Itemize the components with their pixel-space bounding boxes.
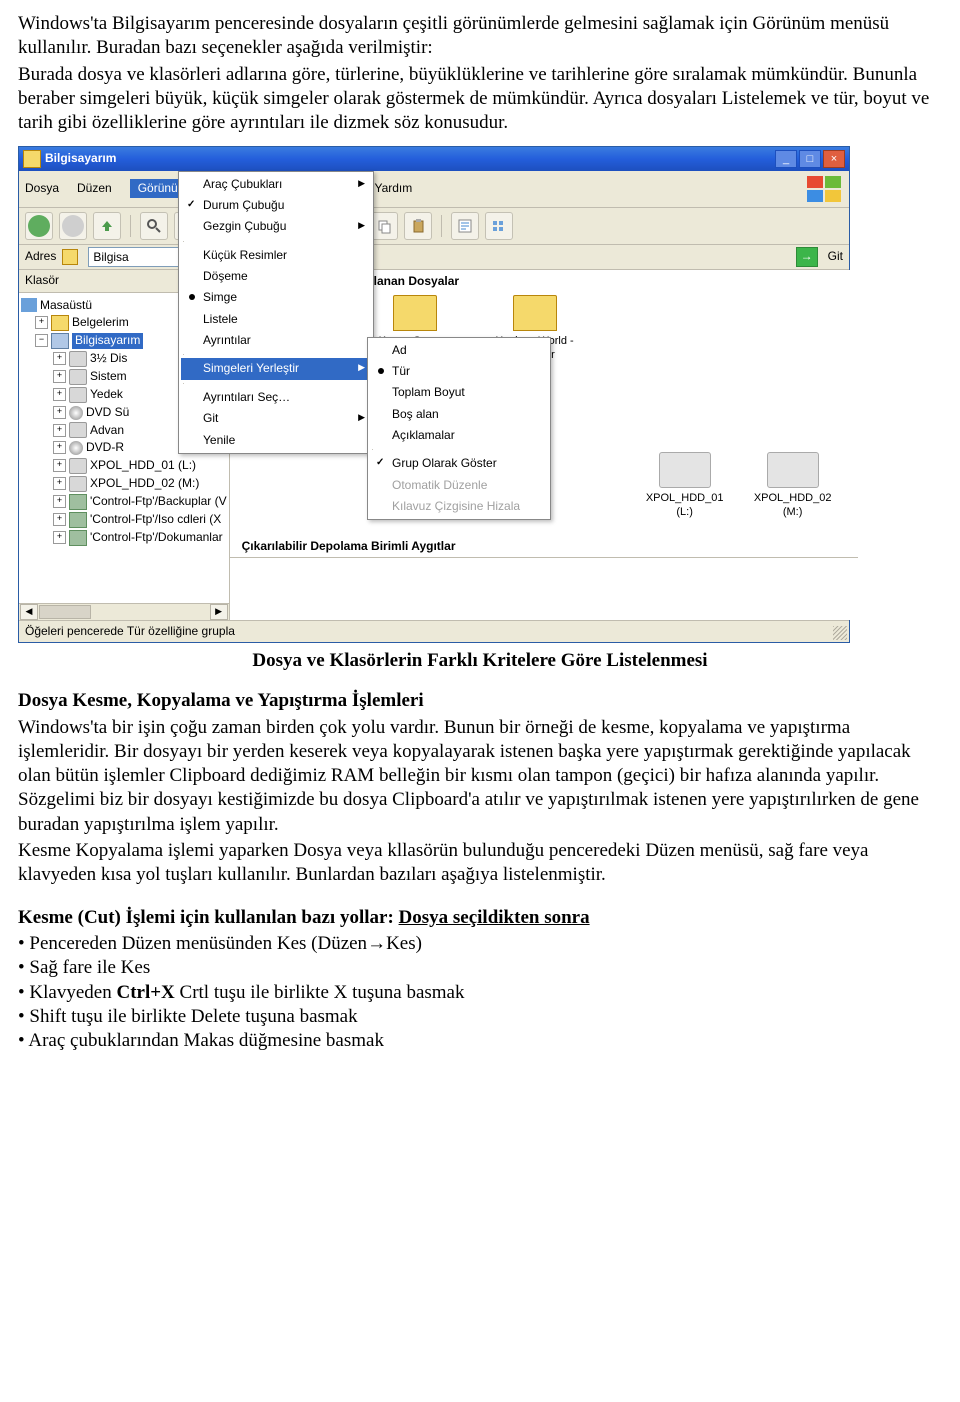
windows-logo-icon	[805, 174, 843, 204]
tree-ftp-backups[interactable]: +'Control-Ftp'/Backuplar (V	[21, 493, 227, 511]
up-button[interactable]	[93, 212, 121, 240]
cut-methods-heading: Kesme (Cut) İşlemi için kullanılan bazı …	[18, 906, 942, 930]
my-computer-icon	[23, 150, 41, 168]
cut-method-shift-delete: Shift tuşu ile birlikte Delete tuşuna ba…	[18, 1005, 942, 1029]
properties-button[interactable]	[451, 212, 479, 240]
arrange-auto-arrange: Otomatik Düzenle	[370, 475, 548, 496]
arrange-show-in-groups[interactable]: ✓Grup Olarak Göster	[370, 453, 548, 474]
arrange-align-to-grid: Kılavuz Çizgisine Hizala	[370, 496, 548, 517]
status-text: Öğeleri pencerede Tür özelliğine grupla	[25, 624, 235, 639]
view-menu-goto[interactable]: Git▶	[181, 408, 371, 429]
window-title: Bilgisayarım	[45, 151, 116, 166]
forward-button[interactable]	[59, 212, 87, 240]
address-computer-icon	[62, 249, 78, 265]
view-menu-arrange-icons[interactable]: Simgeleri Yerleştir▶	[181, 358, 371, 379]
scroll-right-icon[interactable]: ▶	[210, 604, 228, 620]
cut-copy-paste-body-1: Windows'ta bir işin çoğu zaman birden ço…	[18, 716, 942, 838]
cut-method-ctrl-x: Klavyeden Ctrl+X Crtl tuşu ile birlikte …	[18, 981, 942, 1005]
intro-paragraph-1: Windows'ta Bilgisayarım penceresinde dos…	[18, 12, 942, 61]
view-menu-dropdown: Araç Çubukları▶ ✓Durum Çubuğu Gezgin Çub…	[178, 171, 374, 454]
menu-help[interactable]: Yardım	[374, 181, 412, 196]
menu-edit[interactable]: Düzen	[77, 181, 112, 196]
go-label: Git	[828, 249, 843, 264]
tree-horizontal-scrollbar[interactable]: ◀ ▶	[19, 603, 229, 620]
cut-method-menu: Pencereden Düzen menüsünden Kes (Düzen→K…	[18, 932, 942, 956]
folder-pane-title: Klasör	[25, 273, 59, 288]
drive-item-hdd-01[interactable]: XPOL_HDD_01 (L:)	[640, 452, 730, 519]
screenshot-figure: Bilgisayarım _ □ × Dosya Düzen Görünüm S…	[18, 146, 942, 643]
go-button[interactable]: →	[796, 247, 818, 267]
scroll-left-icon[interactable]: ◀	[20, 604, 38, 620]
view-menu-tiles[interactable]: Döşeme	[181, 266, 371, 287]
view-menu-explorer-bar[interactable]: Gezgin Çubuğu▶	[181, 216, 371, 237]
minimize-button[interactable]: _	[775, 150, 797, 168]
drive-item-hdd-02[interactable]: XPOL_HDD_02 (M:)	[748, 452, 838, 519]
cut-copy-paste-body-2: Kesme Kopyalama işlemi yaparken Dosya ve…	[18, 839, 942, 888]
cut-methods-list: Pencereden Düzen menüsünden Kes (Düzen→K…	[18, 932, 942, 1054]
view-menu-statusbar[interactable]: ✓Durum Çubuğu	[181, 195, 371, 216]
menu-file[interactable]: Dosya	[25, 181, 59, 196]
menubar: Dosya Düzen Görünüm Sık Kullanılanlar Ar…	[19, 171, 849, 208]
bilgisayarim-window: Bilgisayarım _ □ × Dosya Düzen Görünüm S…	[18, 146, 850, 643]
views-button[interactable]	[485, 212, 513, 240]
standard-toolbar	[19, 208, 849, 245]
cut-method-right-click: Sağ fare ile Kes	[18, 956, 942, 980]
view-menu-thumbnails[interactable]: Küçük Resimler	[181, 245, 371, 266]
view-menu-refresh[interactable]: Yenile	[181, 430, 371, 451]
cut-copy-paste-heading: Dosya Kesme, Kopyalama ve Yapıştırma İşl…	[18, 689, 942, 713]
figure-caption: Dosya ve Klasörlerin Farklı Kritelere Gö…	[18, 649, 942, 673]
copy-button[interactable]	[370, 212, 398, 240]
view-menu-list[interactable]: Listele	[181, 309, 371, 330]
status-bar: Öğeleri pencerede Tür özelliğine grupla	[19, 620, 849, 642]
arrange-by-size[interactable]: Toplam Boyut	[370, 382, 548, 403]
tree-ftp-docs[interactable]: +'Control-Ftp'/Dokumanlar	[21, 529, 227, 547]
arrange-by-comments[interactable]: Açıklamalar	[370, 425, 548, 446]
arrange-by-type[interactable]: Tür	[370, 361, 548, 382]
back-button[interactable]	[25, 212, 53, 240]
tree-ftp-iso[interactable]: +'Control-Ftp'/Iso cdleri (X	[21, 511, 227, 529]
resize-grip-icon[interactable]	[833, 626, 847, 640]
group-header-removable: Çıkarılabilir Depolama Birimli Aygıtlar	[230, 537, 858, 557]
window-titlebar: Bilgisayarım _ □ ×	[19, 147, 849, 171]
paste-button[interactable]	[404, 212, 432, 240]
scroll-thumb[interactable]	[39, 605, 91, 619]
search-button[interactable]	[140, 212, 168, 240]
arrange-by-free-space[interactable]: Boş alan	[370, 404, 548, 425]
view-menu-icons[interactable]: Simge	[181, 287, 371, 308]
tree-hdd-02[interactable]: +XPOL_HDD_02 (M:)	[21, 475, 227, 493]
cut-method-scissors-button: Araç çubuklarından Makas düğmesine basma…	[18, 1029, 942, 1053]
view-menu-details[interactable]: Ayrıntılar	[181, 330, 371, 351]
arrange-icons-submenu: Ad Tür Toplam Boyut Boş alan Açıklamalar…	[367, 337, 551, 521]
close-button[interactable]: ×	[823, 150, 845, 168]
maximize-button[interactable]: □	[799, 150, 821, 168]
tree-hdd-01[interactable]: +XPOL_HDD_01 (L:)	[21, 457, 227, 475]
view-menu-choose-details[interactable]: Ayrıntıları Seç…	[181, 387, 371, 408]
arrange-by-name[interactable]: Ad	[370, 340, 548, 361]
address-label: Adres	[25, 249, 56, 264]
address-bar: Adres → Git	[19, 245, 849, 270]
view-menu-toolbars[interactable]: Araç Çubukları▶	[181, 174, 371, 195]
intro-paragraph-2: Burada dosya ve klasörleri adlarına göre…	[18, 63, 942, 136]
